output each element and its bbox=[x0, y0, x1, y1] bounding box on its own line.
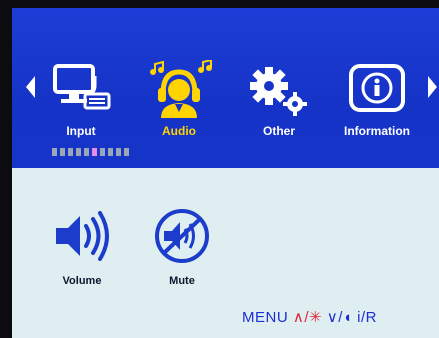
monitor-keyboard-icon bbox=[36, 60, 126, 118]
volume-item[interactable]: Volume bbox=[42, 208, 122, 287]
tab-input[interactable]: Input bbox=[36, 60, 126, 138]
scroll-right-arrow-icon[interactable] bbox=[428, 76, 437, 98]
tab-label: Other bbox=[262, 124, 295, 138]
up-key-label: ∧/✳ bbox=[292, 309, 323, 326]
speaker-mute-icon bbox=[155, 209, 209, 263]
key-hint-bar: MENU ∧/✳ ∨/◖ i/R bbox=[242, 308, 377, 326]
tab-information[interactable]: Information bbox=[332, 60, 422, 138]
menu-key-label: MENU bbox=[242, 309, 289, 326]
tab-label: Input bbox=[66, 124, 96, 138]
tab-audio[interactable]: Audio bbox=[134, 60, 224, 138]
scroll-left-arrow-icon[interactable] bbox=[26, 76, 35, 98]
down-key-label: ∨/◖ bbox=[326, 309, 353, 326]
item-label: Mute bbox=[169, 275, 195, 287]
tab-label: Audio bbox=[162, 124, 196, 138]
headphones-user-icon bbox=[134, 60, 224, 118]
enter-key-label: i/R bbox=[357, 309, 377, 326]
tab-label: Information bbox=[344, 124, 410, 138]
speaker-volume-icon bbox=[56, 211, 109, 261]
osd-screen: Input Audio Other Information Volume Mut… bbox=[12, 8, 439, 338]
info-icon bbox=[332, 60, 422, 118]
osd-tab-bar: Input Audio Other Information bbox=[12, 8, 439, 168]
mute-item[interactable]: Mute bbox=[142, 208, 222, 287]
gears-icon bbox=[234, 60, 324, 118]
page-indicator bbox=[52, 148, 129, 156]
item-label: Volume bbox=[62, 275, 102, 287]
tab-other[interactable]: Other bbox=[234, 60, 324, 138]
